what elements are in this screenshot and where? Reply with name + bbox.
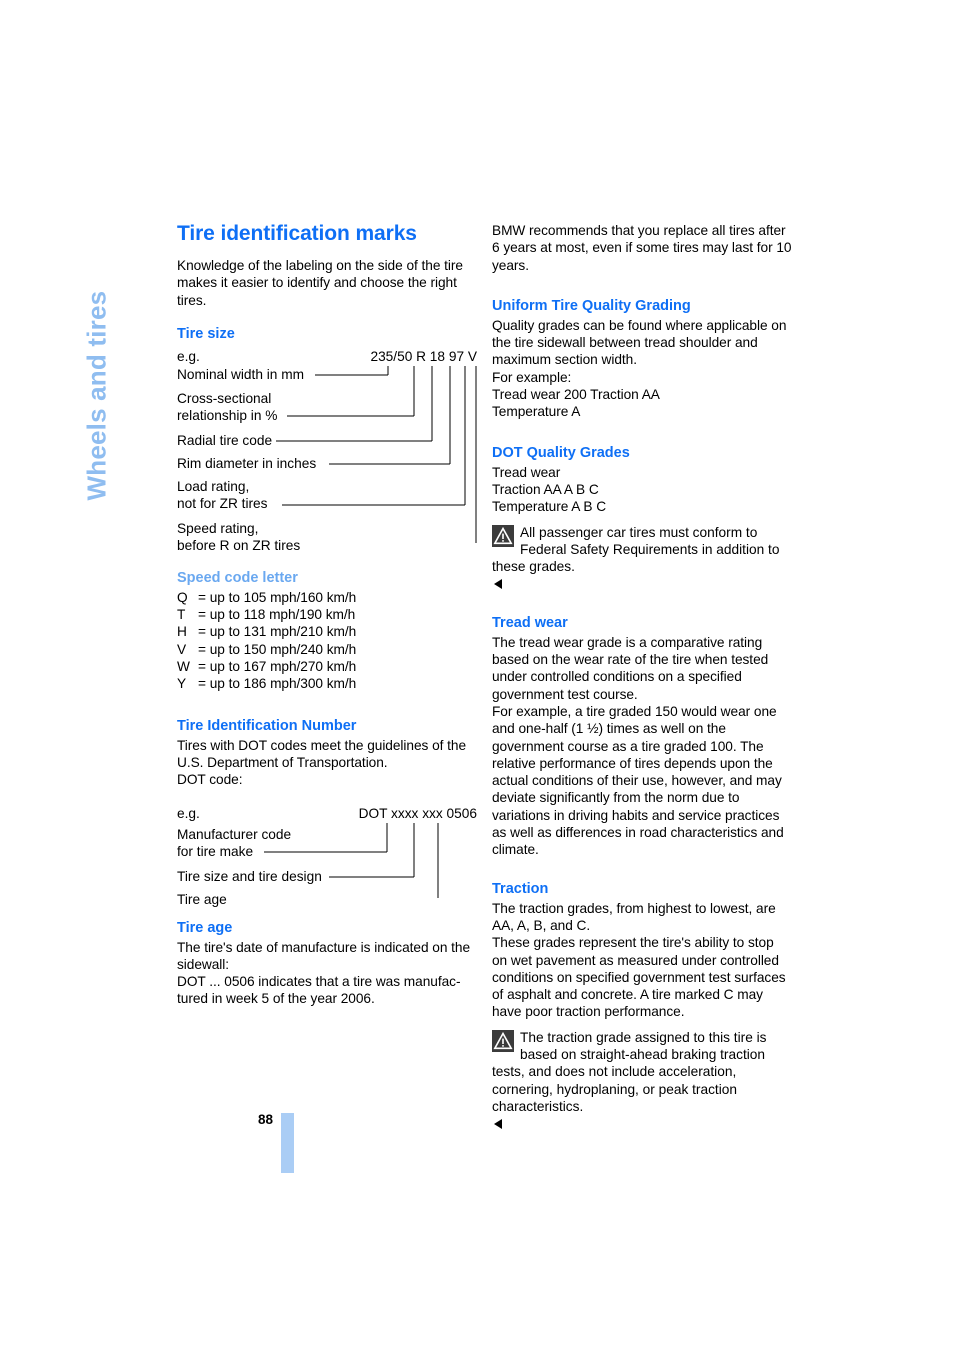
page-title: Tire identification marks [177, 222, 417, 245]
right-column: BMW recommends that you replace all tire… [492, 222, 792, 1132]
warning-note-federal-safety: All passenger car tires must conform to … [492, 524, 792, 593]
speed-code-value-2: = up to 131 mph/210 km/h [198, 624, 357, 640]
left-column: Tire identification marks Knowledge of t… [177, 222, 477, 1008]
dot-example-code: DOT xxxx xxx 0506 [358, 805, 477, 821]
heading-speed-code-letter: Speed code letter [177, 569, 298, 586]
speed-code-value-4: = up to 167 mph/270 km/h [198, 659, 357, 675]
speed-code-letter-3: V [177, 641, 187, 657]
dot-label-1: Tire size and tire design [177, 868, 322, 884]
warning-note-traction-grade: The traction grade assigned to this tire… [492, 1029, 792, 1133]
warning-note-text: All passenger car tires must conform to … [492, 524, 780, 575]
speed-code-value-3: = up to 150 mph/240 km/h [198, 641, 357, 657]
tire-size-example-row: e.g. 235/50 R 18 97 V [177, 348, 477, 366]
utqg-for-example: For example: [492, 369, 572, 385]
note-end-marker [494, 1119, 502, 1130]
speed-code-value-0: = up to 105 mph/160 km/h [198, 589, 357, 605]
tire-size-label-4: Load rating, not for ZR tires [177, 478, 268, 512]
utqg-example-line-2: Temperature A [492, 404, 581, 420]
tread-wear-body-1: The tread wear grade is a comparative ra… [492, 634, 769, 702]
heading-traction: Traction [492, 880, 549, 897]
warning-note-text: The traction grade assigned to this tire… [492, 1029, 767, 1114]
tire-age-body-2: DOT ... 0506 indicates that a tire was m… [177, 974, 461, 1007]
speed-code-value-5: = up to 186 mph/300 km/h [198, 676, 357, 692]
warning-triangle-icon [492, 524, 514, 547]
dot-grades-line-3: Temperature A B C [492, 499, 607, 515]
tin-body: Tires with DOT codes meet the guidelines… [177, 737, 467, 770]
speed-code-letter-2: H [177, 624, 187, 640]
chapter-tab-label: Wheels and tires [81, 290, 112, 501]
page-number: 88 [258, 1112, 274, 1127]
speed-code-item: V = up to 150 mph/240 km/h [177, 641, 477, 658]
dot-grades-line-1: Tread wear [492, 464, 561, 480]
speed-code-letter-1: T [177, 607, 186, 623]
speed-code-letter-0: Q [177, 589, 188, 605]
speed-code-list: Q = up to 105 mph/160 km/h T = up to 118 m… [177, 589, 477, 693]
tread-wear-body-2: For example, a tire graded 150 would wea… [492, 703, 784, 858]
eg-label: e.g. [177, 348, 200, 364]
tire-age-body: The tire's date of manufacture is indica… [177, 939, 471, 972]
speed-code-item: Y = up to 186 mph/300 km/h [177, 675, 477, 692]
speed-code-value-1: = up to 118 mph/190 km/h [198, 607, 356, 623]
chapter-tab: Wheels and tires [0, 210, 175, 510]
speed-code-letter-5: Y [177, 676, 187, 692]
heading-tire-identification-number: Tire Identification Number [177, 717, 357, 734]
note-end-marker [494, 579, 502, 590]
heading-dot-quality-grades: DOT Quality Grades [492, 444, 630, 461]
dot-code-diagram: e.g. DOT xxxx xxx 0506 Manufacturer code… [177, 805, 477, 907]
dot-rows: Manufacturer code for tire make Tire siz… [177, 822, 477, 907]
manual-page: Wheels and tires Tire identification mar… [0, 0, 954, 1351]
tire-size-diagram: e.g. 235/50 R 18 97 V Nominal width in m… [177, 348, 477, 553]
heading-tire-size: Tire size [177, 325, 235, 342]
dot-example-row: e.g. DOT xxxx xxx 0506 [177, 805, 477, 823]
speed-code-item: Q = up to 105 mph/160 km/h [177, 589, 477, 606]
eg-label: e.g. [177, 805, 200, 821]
heading-tread-wear: Tread wear [492, 614, 568, 631]
speed-code-item: H = up to 131 mph/210 km/h [177, 623, 477, 640]
tire-size-label-0: Nominal width in mm [177, 366, 305, 382]
tire-size-label-3: Rim diameter in inches [177, 455, 317, 471]
traction-body-1: The traction grades, from highest to low… [492, 900, 776, 933]
dot-label-0: Manufacturer code for tire make [177, 826, 292, 859]
speed-code-item: W = up to 167 mph/270 km/h [177, 658, 477, 675]
utqg-example-line-1: Tread wear 200 Traction AA [492, 387, 660, 403]
tire-size-label-1: Cross-sectional relationship in % [177, 390, 278, 424]
tire-size-example-code: 235/50 R 18 97 V [370, 348, 477, 364]
heading-uniform-tire-quality-grading: Uniform Tire Quality Grading [492, 297, 691, 314]
heading-tire-age: Tire age [177, 919, 233, 936]
dot-label-2: Tire age [177, 891, 227, 907]
tire-size-label-5: Speed rating, before R on ZR tires [177, 520, 301, 554]
dot-grades-line-2: Traction AA A B C [492, 481, 599, 497]
page-marker-bar [281, 1113, 294, 1173]
bmw-recommendation: BMW recommends that you replace all tire… [492, 223, 792, 273]
utqg-body: Quality grades can be found where applic… [492, 317, 787, 368]
dot-code-label: DOT code: [177, 772, 243, 788]
tire-size-rows: Nominal width in mm Cross-sectional rela… [177, 365, 477, 553]
speed-code-letter-4: W [177, 659, 190, 675]
intro-paragraph: Knowledge of the labeling on the side of… [177, 258, 463, 308]
tire-size-label-2: Radial tire code [177, 432, 273, 448]
warning-triangle-icon [492, 1029, 514, 1052]
traction-body-2: These grades represent the tire's abilit… [492, 935, 786, 1020]
speed-code-item: T = up to 118 mph/190 km/h [177, 606, 477, 623]
